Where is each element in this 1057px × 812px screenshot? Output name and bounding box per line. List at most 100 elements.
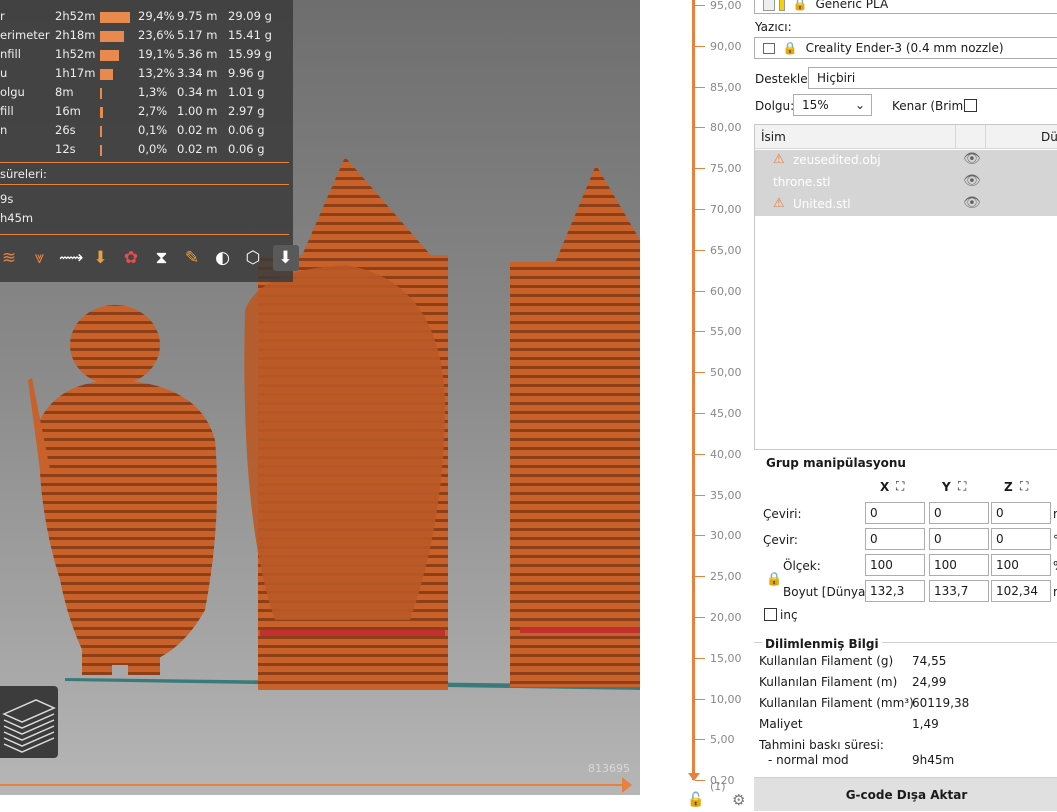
drop-to-bed-icon[interactable]: ⛶ xyxy=(1020,479,1028,494)
sliced-info-value: 74,55 xyxy=(912,654,947,668)
filament-combo[interactable]: 🔒 Generic PLA xyxy=(754,0,1057,14)
tick-mark xyxy=(695,86,705,88)
brim-label: Kenar (Brim): xyxy=(892,99,972,113)
feature-row: n 26s 0,1% 0.02 m 0.06 g xyxy=(0,122,293,140)
unit-label: m xyxy=(1053,507,1057,521)
feature-weight: 29.09 g xyxy=(228,9,272,23)
infill-combo[interactable]: 15% ⌄ xyxy=(793,94,872,116)
tick-label: 35,00 xyxy=(710,488,742,502)
transform-field-x[interactable]: 100 xyxy=(865,554,925,576)
sliced-info-key: Tahmini baskı süresi: xyxy=(759,738,884,752)
drop-to-bed-icon[interactable]: ⛶ xyxy=(896,479,904,494)
tick-label: 45,00 xyxy=(710,407,742,420)
warning-icon: ⚠ xyxy=(773,152,785,167)
feature-time: 8m xyxy=(55,85,74,99)
feature-row: nfill 1h52m 19,1% 5.36 m 15.99 g xyxy=(0,46,293,64)
transform-field-y[interactable]: 0 xyxy=(929,502,989,524)
sliced-info-key: Kullanılan Filament (mm³) xyxy=(759,696,914,710)
lock-icon: 🔒 xyxy=(782,41,798,55)
printer-combo[interactable]: 🔒 Creality Ender-3 (0.4 mm nozzle) xyxy=(754,37,1057,59)
object-row[interactable]: throne.stl 👁 xyxy=(755,172,1057,194)
tick-mark xyxy=(695,617,705,618)
feature-length: 3.34 m xyxy=(177,66,218,80)
bounding-box-icon[interactable]: ⬇ xyxy=(272,245,299,271)
sidebar-panel: 🔒 Generic PLA Yazıcı: 🔒 Creality Ender-3… xyxy=(752,0,1057,811)
tick-mark xyxy=(695,372,705,374)
slider-arrow-right-icon[interactable] xyxy=(622,777,632,793)
sliced-info-value: 24,99 xyxy=(912,675,947,689)
custom-gcode-icon[interactable]: ✎ xyxy=(181,245,203,271)
feature-weight: 15.99 g xyxy=(228,47,272,61)
3d-preview-viewport[interactable]: r 2h52m 29,4% 9.75 m 29.09 g erimeter 2h18m 23,… xyxy=(0,0,640,811)
times-label: süreleri: xyxy=(0,167,47,181)
transform-field-x[interactable]: 0 xyxy=(865,528,925,550)
printer-icon xyxy=(763,43,775,54)
retractions-icon[interactable]: ⩔ xyxy=(29,245,51,271)
sliced-title: Dilimlenmiş Bilgi xyxy=(762,637,882,651)
export-gcode-button[interactable]: G-code Dışa Aktar xyxy=(754,777,1057,811)
feature-weight: 15.41 g xyxy=(228,28,272,42)
filament-color-swatch-2 xyxy=(778,0,785,11)
wipe-icon[interactable]: ⟿ xyxy=(59,245,83,271)
transform-field-z[interactable]: 100 xyxy=(991,554,1051,576)
supports-combo[interactable]: Hiçbiri xyxy=(808,67,1057,89)
feature-row: olgu 8m 1,3% 0.34 m 1.01 g xyxy=(0,84,293,102)
feature-percent-bar xyxy=(100,107,103,118)
travel-icon[interactable]: ≋ xyxy=(0,245,20,271)
tick-label: 75,00 xyxy=(710,162,742,176)
transform-field-x[interactable]: 0 xyxy=(865,502,925,524)
sliced-info-key: Maliyet xyxy=(759,717,803,731)
eye-icon[interactable]: 👁 xyxy=(963,151,981,167)
object-list[interactable]: İsim Dü ⚠ zeusedited.obj 👁 throne.stl 👁 ⚠ Unit… xyxy=(754,124,1057,450)
horizontal-layer-slider[interactable] xyxy=(0,784,630,786)
shells-icon[interactable]: ◐ xyxy=(212,245,234,271)
lock-icon[interactable]: 🔓 xyxy=(687,792,704,808)
transform-field-y[interactable]: 133,7 xyxy=(929,580,989,602)
feature-percent-bar xyxy=(100,88,102,99)
tick-mark xyxy=(695,494,705,496)
sliced-info: Dilimlenmiş Bilgi Kullanılan Filament (g… xyxy=(754,634,1057,774)
object-row[interactable]: ⚠ United.stl 👁 xyxy=(755,194,1057,216)
feature-length: 0.02 m xyxy=(177,142,218,156)
inch-checkbox[interactable] xyxy=(764,608,777,621)
eye-icon[interactable]: 👁 xyxy=(963,195,981,211)
tick-mark xyxy=(695,249,705,251)
object-name: zeusedited.obj xyxy=(793,153,881,167)
eye-icon[interactable]: 👁 xyxy=(963,173,981,189)
transform-field-z[interactable]: 102,34 xyxy=(991,580,1051,602)
slider-handle-down-icon[interactable] xyxy=(688,773,700,781)
tick-label: 10,00 xyxy=(710,692,742,706)
object-row[interactable]: ⚠ zeusedited.obj 👁 xyxy=(755,150,1057,172)
feature-row: 12s 0,0% 0.02 m 0.06 g xyxy=(0,141,293,159)
divider xyxy=(0,234,289,235)
feature-percent-bar xyxy=(100,145,102,156)
brim-checkbox[interactable] xyxy=(964,99,977,112)
transform-field-y[interactable]: 0 xyxy=(929,528,989,550)
tick-label: 80,00 xyxy=(710,121,742,135)
transform-field-x[interactable]: 132,3 xyxy=(865,580,925,602)
transform-field-z[interactable]: 0 xyxy=(991,502,1051,524)
layers-view-button[interactable] xyxy=(0,686,58,758)
feature-time: 16m xyxy=(55,104,81,118)
pause-icon[interactable]: ⧗ xyxy=(151,245,173,271)
toolmarker-icon[interactable]: ⬡ xyxy=(242,245,264,271)
lock-icon: 🔒 xyxy=(792,0,808,11)
vertical-layer-slider[interactable]: 95,00 90,00 85,00 80,00 75,00 70,00 65,00 60,00… xyxy=(640,0,752,811)
color-change-icon[interactable]: ✿ xyxy=(120,245,142,271)
feature-percent: 29,4% xyxy=(138,9,175,23)
transform-field-y[interactable]: 100 xyxy=(929,554,989,576)
feature-weight: 0.06 g xyxy=(228,123,265,137)
printer-name: Creality Ender-3 (0.4 mm nozzle) xyxy=(805,41,1004,55)
extrusion-icon[interactable]: ⬇ xyxy=(90,245,112,271)
layer-slider-track[interactable] xyxy=(692,0,695,780)
lock-icon[interactable]: 🔒 xyxy=(766,572,782,587)
feature-length: 1.00 m xyxy=(177,104,218,118)
tick-label: 40,00 xyxy=(710,447,742,461)
feature-percent: 13,2% xyxy=(138,66,175,80)
drop-to-bed-icon[interactable]: ⛶ xyxy=(958,479,966,494)
gear-icon[interactable]: ⚙ xyxy=(732,791,745,809)
unit-label: ° xyxy=(1053,533,1057,547)
transform-field-z[interactable]: 0 xyxy=(991,528,1051,550)
column-extra-header[interactable]: Dü xyxy=(1041,130,1057,144)
column-name-header[interactable]: İsim xyxy=(761,130,786,144)
